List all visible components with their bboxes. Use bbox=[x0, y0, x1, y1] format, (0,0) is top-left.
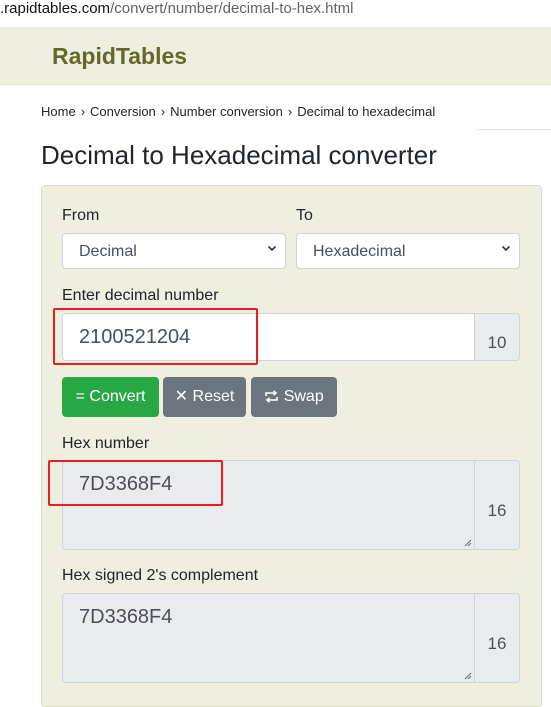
breadcrumb-home[interactable]: Home bbox=[41, 104, 76, 119]
from-select-value: Decimal bbox=[79, 243, 137, 260]
from-select[interactable]: Decimal bbox=[62, 233, 286, 269]
hex-base-addon: 16 bbox=[474, 460, 520, 550]
resize-grip-icon[interactable] bbox=[462, 670, 472, 680]
address-domain: .rapidtables.com bbox=[0, 0, 111, 17]
reset-button[interactable]: ✕ Reset bbox=[163, 377, 246, 417]
breadcrumb-number-conversion[interactable]: Number conversion bbox=[170, 104, 283, 119]
address-bar[interactable]: .rapidtables.com/convert/number/decimal-… bbox=[0, 0, 551, 26]
highlight-box bbox=[53, 308, 258, 365]
twos-complement-value: 7D3368F4 bbox=[79, 606, 173, 628]
from-label: From bbox=[62, 207, 100, 224]
address-path: /convert/number/decimal-to-hex.html bbox=[110, 0, 354, 17]
reset-button-label: Reset bbox=[192, 388, 235, 405]
chevron-down-icon bbox=[267, 245, 277, 252]
highlight-box bbox=[48, 460, 223, 506]
input-base-addon: 10 bbox=[474, 313, 520, 361]
to-label: To bbox=[296, 207, 313, 224]
twos-complement-output[interactable]: 7D3368F4 bbox=[62, 593, 475, 683]
breadcrumb-separator: › bbox=[160, 104, 166, 119]
resize-grip-icon[interactable] bbox=[462, 537, 472, 547]
twos-complement-base-addon: 16 bbox=[474, 593, 520, 683]
breadcrumb-separator: › bbox=[287, 104, 293, 119]
breadcrumb-conversion[interactable]: Conversion bbox=[90, 104, 156, 119]
swap-icon bbox=[265, 390, 279, 403]
to-select-value: Hexadecimal bbox=[313, 243, 406, 260]
breadcrumb-current[interactable]: Decimal to hexadecimal bbox=[297, 104, 435, 119]
convert-button[interactable]: = Convert bbox=[62, 377, 159, 417]
site-header: RapidTables bbox=[0, 27, 551, 85]
to-select[interactable]: Hexadecimal bbox=[296, 233, 520, 269]
breadcrumb: Home › Conversion › Number conversion › Decima… bbox=[41, 104, 435, 119]
divider bbox=[476, 129, 551, 130]
breadcrumb-separator: › bbox=[80, 104, 86, 119]
page-title: Decimal to Hexadecimal converter bbox=[41, 140, 437, 170]
twos-complement-label: Hex signed 2's complement bbox=[62, 567, 259, 584]
close-icon: ✕ bbox=[174, 388, 189, 405]
input-label: Enter decimal number bbox=[62, 287, 219, 304]
site-logo[interactable]: RapidTables bbox=[52, 43, 187, 70]
chevron-down-icon bbox=[501, 245, 511, 252]
swap-button[interactable]: Swap bbox=[251, 377, 337, 417]
swap-button-label: Swap bbox=[283, 388, 324, 405]
hex-label: Hex number bbox=[62, 435, 150, 452]
